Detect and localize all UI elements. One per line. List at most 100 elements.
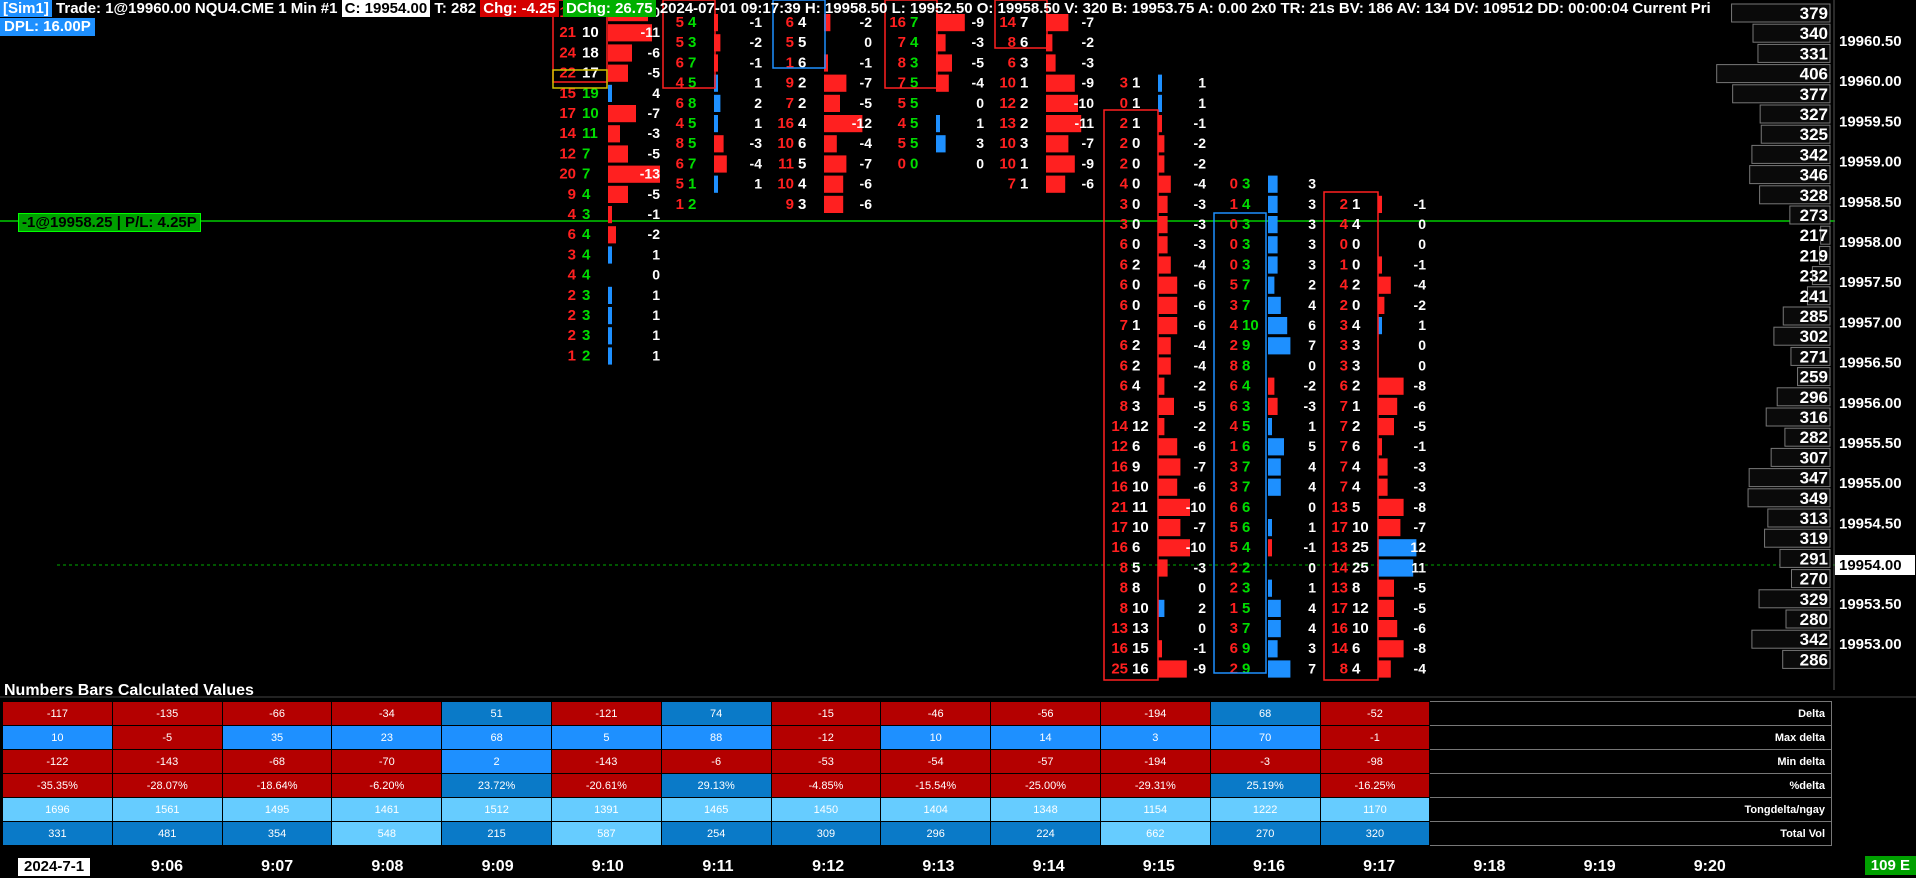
bid-volume: 1 [676, 196, 684, 213]
calc-cell: -56 [990, 701, 1101, 726]
ask-volume: 3 [688, 34, 696, 51]
bid-volume: 3 [1120, 216, 1128, 233]
calc-values-table: -117 -135 -66 -34 51 -121 74 -15 -46 -56 -194 68 -52… [2, 701, 1832, 846]
ask-volume: 4 [1242, 196, 1251, 213]
delta-bar [1268, 377, 1275, 395]
calc-cell: 587 [550, 821, 662, 846]
delta-value: -8 [1414, 499, 1427, 515]
delta-bar [824, 155, 847, 173]
time-axis[interactable]: 9:06 9:07 9:08 9:09 9:10 9:11 9:12 9:13 9:14 9:15… [0, 856, 1916, 878]
bid-volume: 2 [568, 327, 576, 344]
ask-volume: 5 [688, 115, 696, 132]
bid-volume: 6 [1120, 297, 1128, 314]
delta-value: -11 [641, 24, 661, 40]
calc-cell: -20.61% [550, 773, 662, 798]
delta-value: 1 [1308, 580, 1316, 596]
delta-value: -7 [648, 105, 661, 121]
delta-value: -1 [1194, 640, 1207, 656]
calc-cell: 1348 [990, 797, 1101, 822]
price-label: 19955.50 [1839, 435, 1902, 452]
instrument-label: NQU4.CME [194, 0, 275, 17]
delta-value: -3 [750, 135, 763, 151]
delta-bar [1158, 337, 1171, 355]
bid-volume: 7 [1008, 176, 1016, 193]
bid-volume: 4 [676, 75, 685, 92]
delta-value: 0 [1308, 559, 1316, 575]
calc-cell: -66 [221, 701, 333, 726]
ask-volume: 2 [1132, 357, 1140, 374]
bid-volume: 3 [568, 246, 576, 263]
account-label[interactable]: [Sim1] [0, 0, 52, 17]
bid-volume: 13 [1331, 580, 1348, 597]
ask-volume: 0 [1132, 236, 1140, 253]
time-tick-label: 9:19 [1583, 858, 1616, 875]
delta-bar [824, 74, 847, 92]
calc-cell: -1 [1319, 725, 1431, 750]
calc-cell: -54 [880, 749, 992, 774]
delta-bar [1158, 256, 1171, 274]
calc-cell: 68 [1209, 701, 1321, 726]
delta-value: 4 [1308, 458, 1316, 474]
ask-volume: 6 [1132, 438, 1140, 455]
ask-volume: 7 [1242, 479, 1250, 496]
volume-profile-value: 241 [1800, 287, 1828, 306]
delta-value: -4 [1194, 176, 1207, 192]
bid-volume: 13 [999, 115, 1016, 132]
calc-cell: 1561 [111, 797, 223, 822]
bid-volume: 16 [1111, 479, 1128, 496]
calc-cell: 1461 [331, 797, 443, 822]
delta-value: 0 [1418, 216, 1426, 232]
ask-volume: 1 [1352, 398, 1360, 415]
ask-volume: 4 [1352, 216, 1361, 233]
volume-profile-value: 328 [1800, 186, 1828, 205]
delta-value: 1 [652, 246, 660, 262]
delta-bar [714, 155, 727, 173]
ask-volume: 2 [1020, 115, 1028, 132]
delta-bar [936, 135, 946, 153]
delta-bar [1268, 579, 1272, 597]
bid-volume: 16 [1331, 620, 1348, 637]
delta-value: -2 [1414, 297, 1427, 313]
bid-volume: 8 [1230, 357, 1238, 374]
ask-volume: 3 [1020, 135, 1028, 152]
ask-volume: 3 [582, 307, 590, 324]
delta-bar [608, 64, 628, 82]
delta-bar [1158, 458, 1181, 476]
ask-volume: 3 [1132, 398, 1140, 415]
bid-volume: 10 [999, 135, 1016, 152]
ask-volume: 0 [1352, 297, 1360, 314]
delta-bar [936, 115, 940, 133]
calc-cell: 548 [331, 821, 443, 846]
delta-bar [1378, 559, 1414, 577]
bid-volume: 4 [898, 115, 907, 132]
ask-volume: 0 [1352, 256, 1360, 273]
delta-bar [1158, 74, 1162, 92]
ask-volume: 1 [688, 176, 696, 193]
bid-volume: 6 [1230, 640, 1238, 657]
volume-profile-value: 406 [1800, 65, 1828, 84]
delta-bar [1268, 337, 1291, 355]
calc-cell: 1512 [441, 797, 552, 822]
volume-profile-value: 271 [1800, 347, 1828, 366]
delta-value: -10 [1186, 539, 1206, 555]
delta-bar [1268, 539, 1272, 557]
ask-volume: 7 [1242, 297, 1250, 314]
delta-value: -3 [1304, 398, 1317, 414]
volume-profile-value: 377 [1800, 85, 1828, 104]
calc-cell: 481 [111, 821, 223, 846]
delta-bar [1378, 458, 1388, 476]
bid-volume: 9 [786, 196, 794, 213]
ask-volume: 1 [1020, 176, 1028, 193]
position-pnl-label[interactable]: -1@19958.25 | P/L: 4.25P [18, 213, 201, 232]
bid-volume: 10 [777, 135, 794, 152]
corner-badge[interactable]: 109 E [1864, 856, 1916, 875]
calc-row-label: Total Vol [1429, 821, 1832, 846]
ask-volume: 4 [1242, 378, 1251, 395]
delta-bar [608, 347, 612, 365]
bid-volume: 6 [676, 54, 684, 71]
delta-bar [1158, 418, 1165, 436]
delta-bar [1046, 155, 1075, 173]
volume-profile-value: 342 [1800, 630, 1828, 649]
delta-bar [1158, 357, 1171, 375]
delta-value: 7 [1308, 660, 1316, 676]
